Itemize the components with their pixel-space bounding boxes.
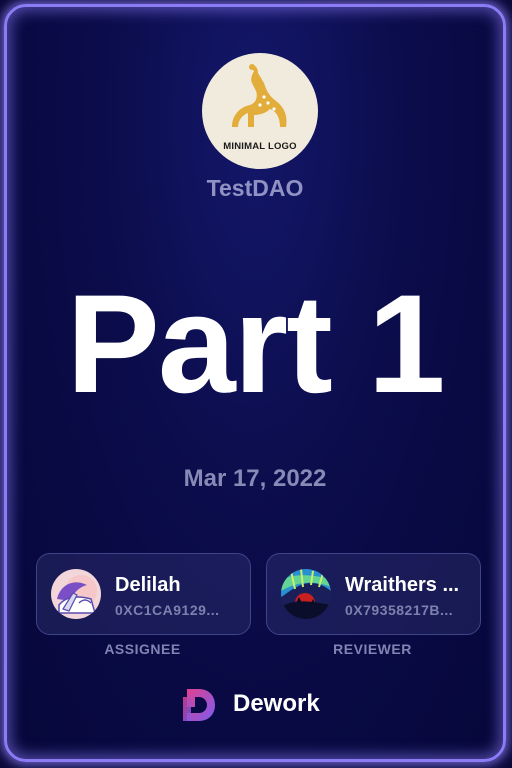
reviewer-card[interactable]: Wraithers ... 0X79358217B... — [266, 553, 481, 635]
reviewer-address: 0X79358217B... — [345, 602, 454, 618]
logo-caption: MINIMAL LOGO — [223, 141, 297, 152]
dework-name: Dework — [233, 690, 320, 717]
reviewer-role-label: REVIEWER — [333, 641, 412, 657]
reviewer-avatar — [281, 569, 331, 619]
assignee-address: 0XC1CA9129... — [115, 602, 220, 618]
org-logo: MINIMAL LOGO — [202, 53, 318, 169]
assignee-name: Delilah — [115, 574, 181, 596]
assignee-avatar — [51, 569, 101, 619]
reviewer-name: Wraithers ... — [345, 574, 460, 596]
assignee-card[interactable]: Delilah 0XC1CA9129... — [36, 553, 251, 635]
assignee-role-label: ASSIGNEE — [104, 641, 181, 657]
task-date: Mar 17, 2022 — [183, 465, 327, 492]
dework-brand[interactable]: Dework — [179, 683, 359, 727]
org-name: TestDAO — [206, 175, 304, 201]
task-title: Part 1 — [66, 265, 445, 422]
task-card: MINIMAL LOGO TestDAO Part 1 Mar 17, 2022… — [4, 4, 506, 762]
dework-logo-icon — [183, 689, 215, 721]
